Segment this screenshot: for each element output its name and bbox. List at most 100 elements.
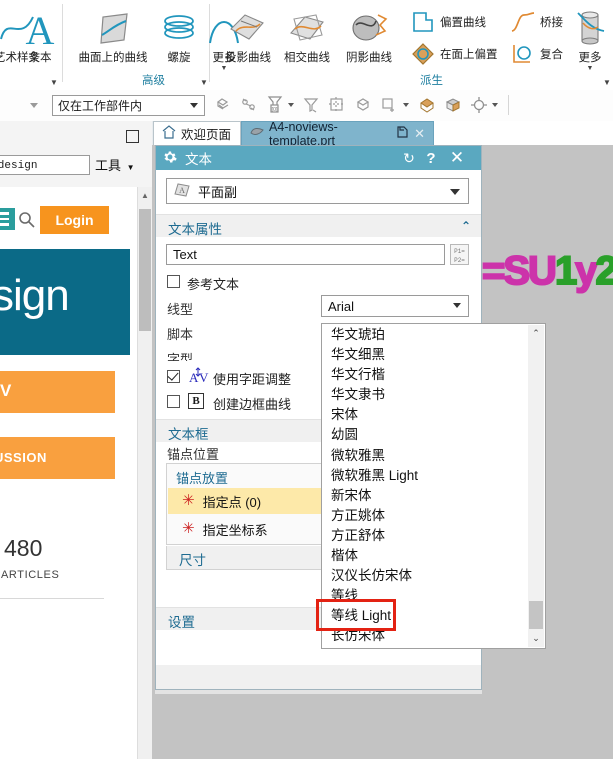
bbox-curve-checkbox[interactable]	[167, 395, 180, 408]
group-header-text-properties[interactable]: 文本属性 ⌃	[156, 214, 481, 238]
stat-label: ARTICLES	[1, 569, 60, 581]
offset-in-face-icon	[410, 42, 436, 66]
ribbon-button-curve-on-surface[interactable]: 曲面上的曲线	[74, 6, 152, 65]
chevron-down-icon[interactable]: ▼	[200, 65, 248, 72]
chevron-down-icon[interactable]	[453, 303, 461, 308]
discussion-button[interactable]: USSION	[0, 437, 115, 479]
tab-welcome-page[interactable]: 欢迎页面	[153, 121, 241, 145]
asterisk-icon: ✳	[182, 492, 195, 509]
curve-on-surface-icon	[74, 6, 152, 52]
ribbon-button-helix[interactable]: 螺旋	[152, 6, 206, 65]
svg-text:[0]: [0]	[271, 107, 278, 113]
font-list-item[interactable]: 华文琥珀	[323, 325, 528, 345]
viewport-background-text: =SU1y2	[481, 248, 613, 294]
search-icon[interactable]	[18, 211, 35, 231]
home-icon	[162, 125, 176, 142]
ribbon-button-offset-curve[interactable]: 偏置曲线	[410, 10, 486, 34]
font-list-item[interactable]: 方正姚体	[323, 506, 528, 526]
text-type-combo[interactable]: A 平面副	[166, 178, 469, 204]
close-icon[interactable]: ✕	[447, 148, 467, 168]
tools-menu-button[interactable]: 工具 ▼	[95, 155, 135, 174]
tab-part-file[interactable]: A4-noviews-template.prt ✕	[241, 120, 434, 148]
hero-banner: sign	[0, 249, 130, 355]
reference-text-checkbox[interactable]	[167, 275, 180, 288]
font-family-combo[interactable]: Arial	[321, 295, 469, 317]
kerning-checkbox[interactable]	[167, 370, 180, 383]
ribbon-group-expand-0[interactable]: ▼	[50, 78, 58, 87]
prev-combo-arrow-icon[interactable]	[30, 103, 38, 108]
scrollbar-thumb[interactable]	[139, 209, 151, 331]
svg-text:V: V	[199, 370, 209, 385]
ribbon-group-expand-1[interactable]: ▼	[200, 78, 208, 87]
ribbon-button-composite[interactable]: 复合	[510, 42, 563, 66]
ribbon-button-project-curve[interactable]: 投影曲线	[218, 6, 278, 65]
point-csys-caret-icon[interactable]	[403, 103, 409, 107]
ribbon-button-shadow-curve[interactable]: 阴影曲线	[338, 6, 400, 65]
font-list-item[interactable]: 华文隶书	[323, 385, 528, 405]
font-list-item[interactable]: 隶书	[323, 647, 528, 648]
feature-icon[interactable]	[326, 94, 348, 116]
filter-type-icon[interactable]: [0]	[264, 93, 286, 115]
ribbon-button-text[interactable]: A 文本	[10, 6, 70, 65]
anchor-row-label-point: 指定点 (0)	[202, 494, 262, 510]
orient-view-icon[interactable]	[442, 94, 464, 116]
document-tab-strip: 欢迎页面 A4-noviews-template.prt ✕	[152, 120, 613, 148]
snap-point-icon[interactable]	[468, 94, 490, 116]
shaded-icon[interactable]	[416, 94, 438, 116]
browser-content: Login sign V USSION K 480 ARTICLES ARE P…	[0, 187, 152, 759]
font-list-item[interactable]: 华文细黑	[323, 345, 528, 365]
font-list-item[interactable]: 新宋体	[323, 486, 528, 506]
ribbon-button-intersect-curve[interactable]: 相交曲线	[276, 6, 338, 65]
font-list-item[interactable]: 汉仪长仿宋体	[323, 566, 528, 586]
restore-window-icon[interactable]	[126, 130, 139, 143]
chevron-up-icon[interactable]: ⌃	[461, 219, 471, 233]
ribbon-button-derived-more[interactable]: 更多 ▼	[566, 6, 613, 72]
font-list-item[interactable]: 方正舒体	[323, 526, 528, 546]
save-state-icon[interactable]	[397, 126, 408, 141]
view-button[interactable]: V	[0, 371, 115, 413]
ribbon-button-bridge[interactable]: 桥接	[510, 10, 563, 34]
browser-scrollbar[interactable]: ▲	[137, 187, 152, 759]
snap-point-caret-icon[interactable]	[492, 103, 498, 107]
anchor-position-label: 锚点位置	[167, 447, 220, 462]
dialog-title-bar[interactable]: 文本 ↻ ? ✕	[156, 146, 481, 170]
scroll-down-icon[interactable]: ⌄	[528, 630, 544, 647]
composite-icon	[510, 42, 536, 66]
scroll-up-icon[interactable]: ⌃	[528, 325, 544, 342]
face-icon[interactable]	[352, 94, 374, 116]
chevron-down-icon[interactable]: ▼	[566, 65, 613, 72]
ribbon-group-expand-2[interactable]: ▼	[603, 78, 611, 87]
font-list-item[interactable]: 微软雅黑 Light	[323, 466, 528, 486]
selection-scope-combo[interactable]: 仅在工作部件内	[52, 95, 205, 116]
font-list-item[interactable]: 微软雅黑	[323, 446, 528, 466]
address-bar[interactable]: TWAS/nx-design	[0, 155, 90, 175]
font-list-item[interactable]: 楷体	[323, 546, 528, 566]
ribbon-button-offset-in-face[interactable]: 在面上偏置	[410, 42, 498, 66]
scroll-up-icon[interactable]: ▲	[138, 187, 152, 203]
chevron-down-icon[interactable]	[450, 189, 460, 195]
ribbon-label-project-curve: 投影曲线	[225, 52, 271, 64]
login-button[interactable]: Login	[40, 206, 109, 234]
reset-icon[interactable]: ↻	[399, 148, 419, 168]
font-list-item[interactable]: 宋体	[323, 405, 528, 425]
tab-strip-empty-area	[434, 121, 613, 145]
chevron-down-icon[interactable]	[190, 103, 198, 108]
filter-funnel-icon[interactable]	[300, 94, 322, 116]
text-input[interactable]: Text	[166, 244, 445, 265]
help-icon[interactable]: ?	[421, 148, 441, 168]
font-list-item[interactable]: 华文行楷	[323, 365, 528, 385]
font-list-item[interactable]: 幼圆	[323, 425, 528, 445]
font-list-scrollbar-thumb[interactable]	[529, 601, 543, 629]
bold-B-icon: B	[188, 393, 204, 409]
edge-chain-icon[interactable]	[238, 94, 260, 116]
site-logo[interactable]	[0, 208, 15, 230]
font-list-scrollbar[interactable]: ⌃ ⌄	[528, 325, 544, 647]
text-expression-button[interactable]: P1= P2=	[450, 244, 469, 265]
selection-toolbar: 仅在工作部件内 [0]	[0, 90, 613, 122]
tools-menu-label: 工具	[95, 158, 122, 173]
close-icon[interactable]: ✕	[414, 126, 425, 142]
filter-type-caret-icon[interactable]	[288, 103, 294, 107]
point-csys-icon[interactable]	[378, 94, 400, 116]
solid-body-icon[interactable]	[212, 94, 234, 116]
kerning-label: 使用字距调整	[213, 372, 292, 387]
